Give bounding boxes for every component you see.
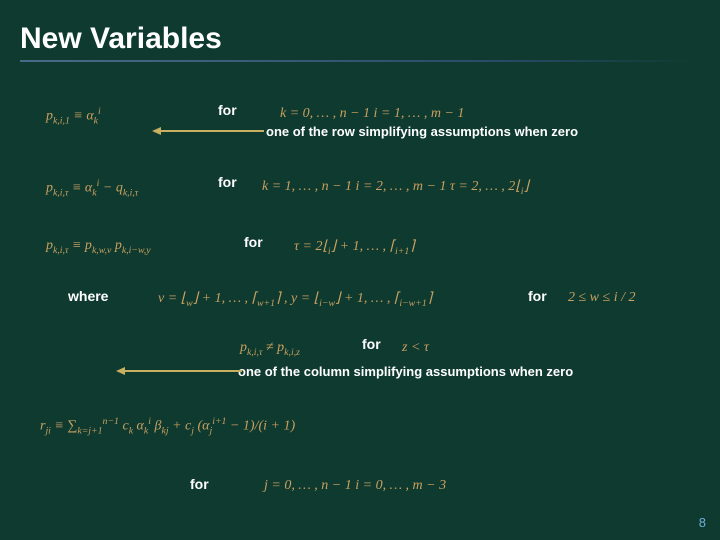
for-label-1: for xyxy=(218,102,237,118)
range-line6: j = 0, … , n − 1 i = 0, … , m − 3 xyxy=(264,478,446,494)
eq-line5: rji ≡ ∑k=j+1n−1 ck αki βkj + cj (αji+1 −… xyxy=(40,416,295,436)
slide-body: pk,i,1 ≡ αki for k = 0, … , n − 1 i = 1,… xyxy=(0,80,720,520)
range-line2: k = 1, … , n − 1 i = 2, … , m − 1 τ = 2,… xyxy=(262,178,529,197)
cond-line4: z < τ xyxy=(402,340,429,356)
range-line3: τ = 2⌊i⌋ + 1, … , ⌈i+1⌉ xyxy=(294,238,415,257)
note-column-simplifying: one of the column simplifying assumption… xyxy=(238,364,573,379)
for-label-4: for xyxy=(362,336,381,352)
ineq-line4: pk,i,τ ≠ pk,i,z xyxy=(240,340,300,358)
page-number: 8 xyxy=(699,515,706,530)
eq-line3: pk,i,τ ≡ pk,w,ν pk,i−w,y xyxy=(46,238,151,256)
for-label-2: for xyxy=(218,174,237,190)
for-label-3: for xyxy=(244,234,263,250)
title-underline xyxy=(20,60,700,62)
eq-line1: pk,i,1 ≡ αki xyxy=(46,106,101,126)
note-row-simplifying: one of the row simplifying assumptions w… xyxy=(266,124,578,139)
eq-line2: pk,i,τ ≡ αki − qk,i,τ xyxy=(46,178,138,198)
where-cond: 2 ≤ w ≤ i / 2 xyxy=(568,290,635,306)
for-label-where: for xyxy=(528,288,547,304)
where-label: where xyxy=(68,288,108,304)
where-range: ν = ⌊w⌋ + 1, … , ⌈w+1⌉ , y = ⌊i−w⌋ + 1, … xyxy=(158,290,432,309)
slide-title: New Variables xyxy=(0,0,720,60)
for-label-6: for xyxy=(190,476,209,492)
range-line1: k = 0, … , n − 1 i = 1, … , m − 1 xyxy=(280,106,464,122)
